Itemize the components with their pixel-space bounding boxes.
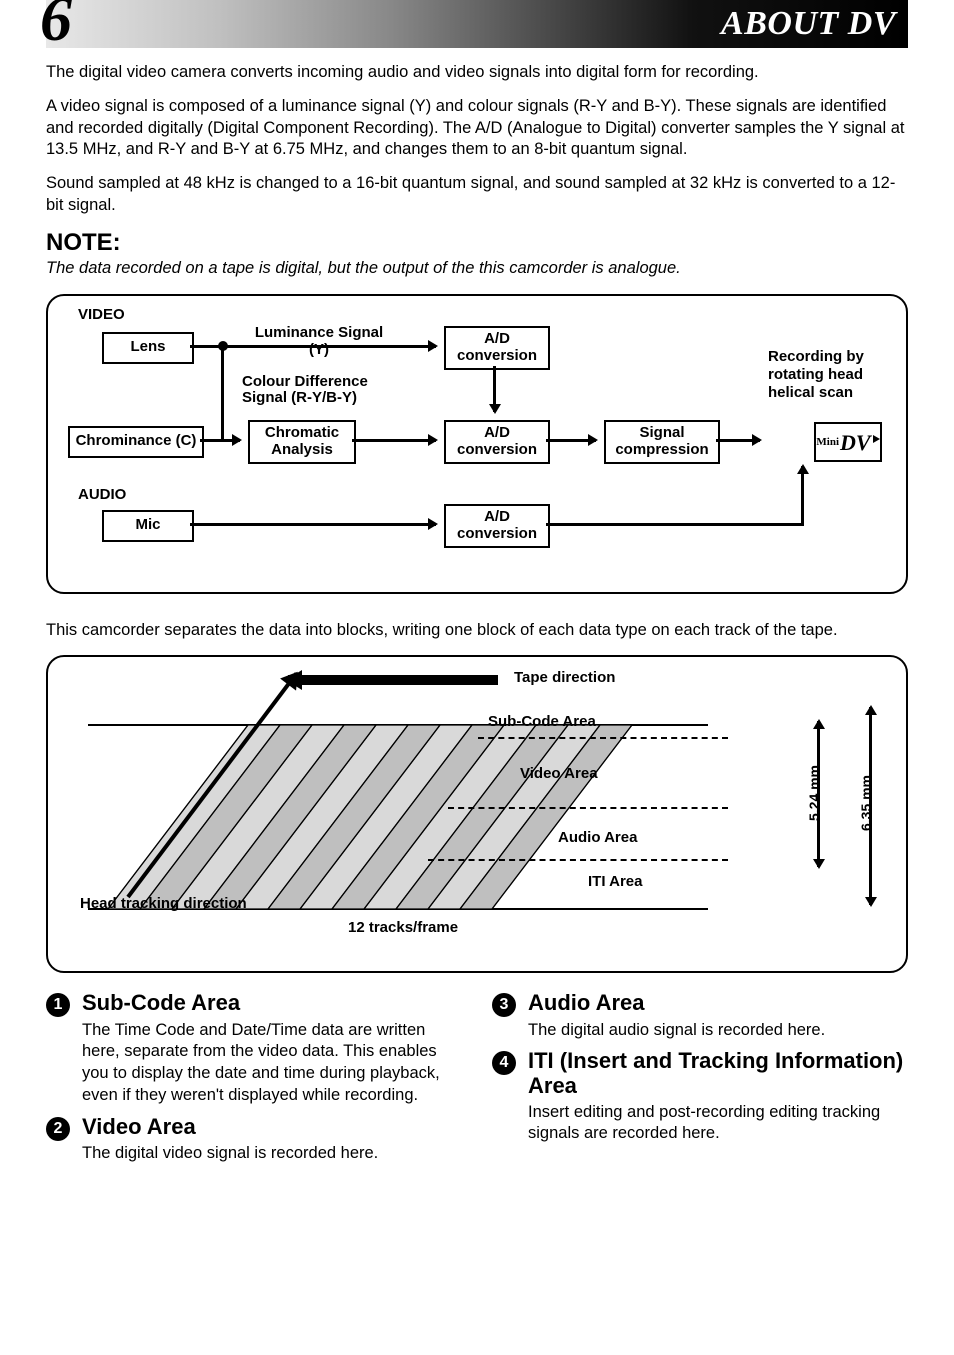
ad-conversion-3-box: A/D conversion bbox=[444, 504, 550, 548]
video-area-label: Video Area bbox=[520, 765, 598, 782]
tracks-per-frame-label: 12 tracks/frame bbox=[348, 919, 458, 936]
dim-outer-label: 6.35 mm bbox=[858, 775, 874, 831]
arrow-mic-to-ad3 bbox=[190, 523, 436, 526]
minidv-prefix: Mini bbox=[816, 436, 839, 448]
dim-inner-label: 5.24 mm bbox=[806, 765, 822, 821]
dashed-audio bbox=[428, 859, 728, 861]
page: 6 ABOUT DV The digital video camera conv… bbox=[0, 0, 954, 1213]
section-title-audio: Audio Area bbox=[528, 991, 908, 1015]
arrow-chrom-to-analysis bbox=[200, 439, 240, 442]
video-section-label: VIDEO bbox=[78, 306, 125, 323]
intro-paragraph-2: A video signal is composed of a luminanc… bbox=[46, 96, 908, 161]
right-column: 3 Audio Area The digital audio signal is… bbox=[492, 991, 908, 1172]
dashed-subcode bbox=[478, 737, 728, 739]
minidv-dv-logo: DV bbox=[840, 430, 871, 456]
section-subcode: 1 Sub-Code Area The Time Code and Date/T… bbox=[46, 991, 462, 1106]
ad-conversion-2-box: A/D conversion bbox=[444, 420, 550, 464]
line-ad3-right bbox=[546, 523, 804, 526]
section-body-video: The digital video signal is recorded her… bbox=[82, 1143, 462, 1165]
page-number: 6 bbox=[40, 0, 72, 56]
tape-direction-arrow bbox=[288, 675, 498, 685]
chrominance-box: Chrominance (C) bbox=[68, 426, 204, 458]
section-body-subcode: The Time Code and Date/Time data are wri… bbox=[82, 1020, 462, 1107]
section-iti: 4 ITI (Insert and Tracking Information) … bbox=[492, 1049, 908, 1145]
recording-label: Recording by rotating head helical scan bbox=[768, 348, 888, 402]
section-title-subcode: Sub-Code Area bbox=[82, 991, 462, 1015]
subcode-area-label: Sub-Code Area bbox=[488, 713, 596, 730]
arrow-ad1-down bbox=[493, 366, 496, 412]
section-audio: 3 Audio Area The digital audio signal is… bbox=[492, 991, 908, 1041]
intro-paragraph-3: Sound sampled at 48 kHz is changed to a … bbox=[46, 173, 908, 217]
ad-conversion-1-box: A/D conversion bbox=[444, 326, 550, 370]
section-video: 2 Video Area The digital video signal is… bbox=[46, 1115, 462, 1165]
minidv-box: MiniDV bbox=[814, 422, 882, 462]
audio-section-label: AUDIO bbox=[78, 486, 126, 503]
mic-box: Mic bbox=[102, 510, 194, 542]
numbered-sections: 1 Sub-Code Area The Time Code and Date/T… bbox=[46, 991, 908, 1172]
line-down-from-junction bbox=[221, 346, 224, 442]
circled-number-1: 1 bbox=[46, 993, 70, 1017]
header-title: ABOUT DV bbox=[721, 0, 896, 48]
arrow-ad2-to-sigcomp bbox=[546, 439, 596, 442]
circled-number-3: 3 bbox=[492, 993, 516, 1017]
dashed-video bbox=[448, 807, 728, 809]
header-bar: 6 ABOUT DV bbox=[46, 0, 908, 48]
tape-direction-label: Tape direction bbox=[514, 669, 615, 686]
audio-area-label: Audio Area bbox=[558, 829, 637, 846]
chromatic-analysis-box: Chromatic Analysis bbox=[248, 420, 356, 464]
colour-difference-label: Colour Difference Signal (R-Y/B-Y) bbox=[242, 374, 382, 407]
play-triangle-icon bbox=[873, 435, 880, 443]
tape-tracks-svg bbox=[88, 713, 708, 923]
section-title-video: Video Area bbox=[82, 1115, 462, 1139]
arrow-sigcomp-to-minidv bbox=[716, 439, 760, 442]
head-tracking-label: Head tracking direction bbox=[80, 895, 247, 912]
section-body-audio: The digital audio signal is recorded her… bbox=[528, 1020, 908, 1042]
lens-box: Lens bbox=[102, 332, 194, 364]
mid-paragraph: This camcorder separates the data into b… bbox=[46, 620, 908, 642]
section-title-iti: ITI (Insert and Tracking Information) Ar… bbox=[528, 1049, 908, 1097]
note-heading: NOTE: bbox=[46, 229, 908, 257]
left-column: 1 Sub-Code Area The Time Code and Date/T… bbox=[46, 991, 462, 1172]
signal-compression-box: Signal compression bbox=[604, 420, 720, 464]
tape-track-diagram: Tape direction bbox=[46, 655, 908, 973]
note-body: The data recorded on a tape is digital, … bbox=[46, 259, 908, 278]
arrow-audio-up-to-minidv bbox=[801, 466, 804, 526]
section-body-iti: Insert editing and post-recording editin… bbox=[528, 1102, 908, 1146]
luminance-label: Luminance Signal (Y) bbox=[244, 324, 394, 358]
circled-number-2: 2 bbox=[46, 1117, 70, 1141]
iti-area-label: ITI Area bbox=[588, 873, 642, 890]
signal-flow-diagram: VIDEO AUDIO Lens Luminance Signal (Y) A/… bbox=[46, 294, 908, 594]
circled-number-4: 4 bbox=[492, 1051, 516, 1075]
arrow-analysis-to-ad2 bbox=[352, 439, 436, 442]
intro-paragraph-1: The digital video camera converts incomi… bbox=[46, 62, 908, 84]
